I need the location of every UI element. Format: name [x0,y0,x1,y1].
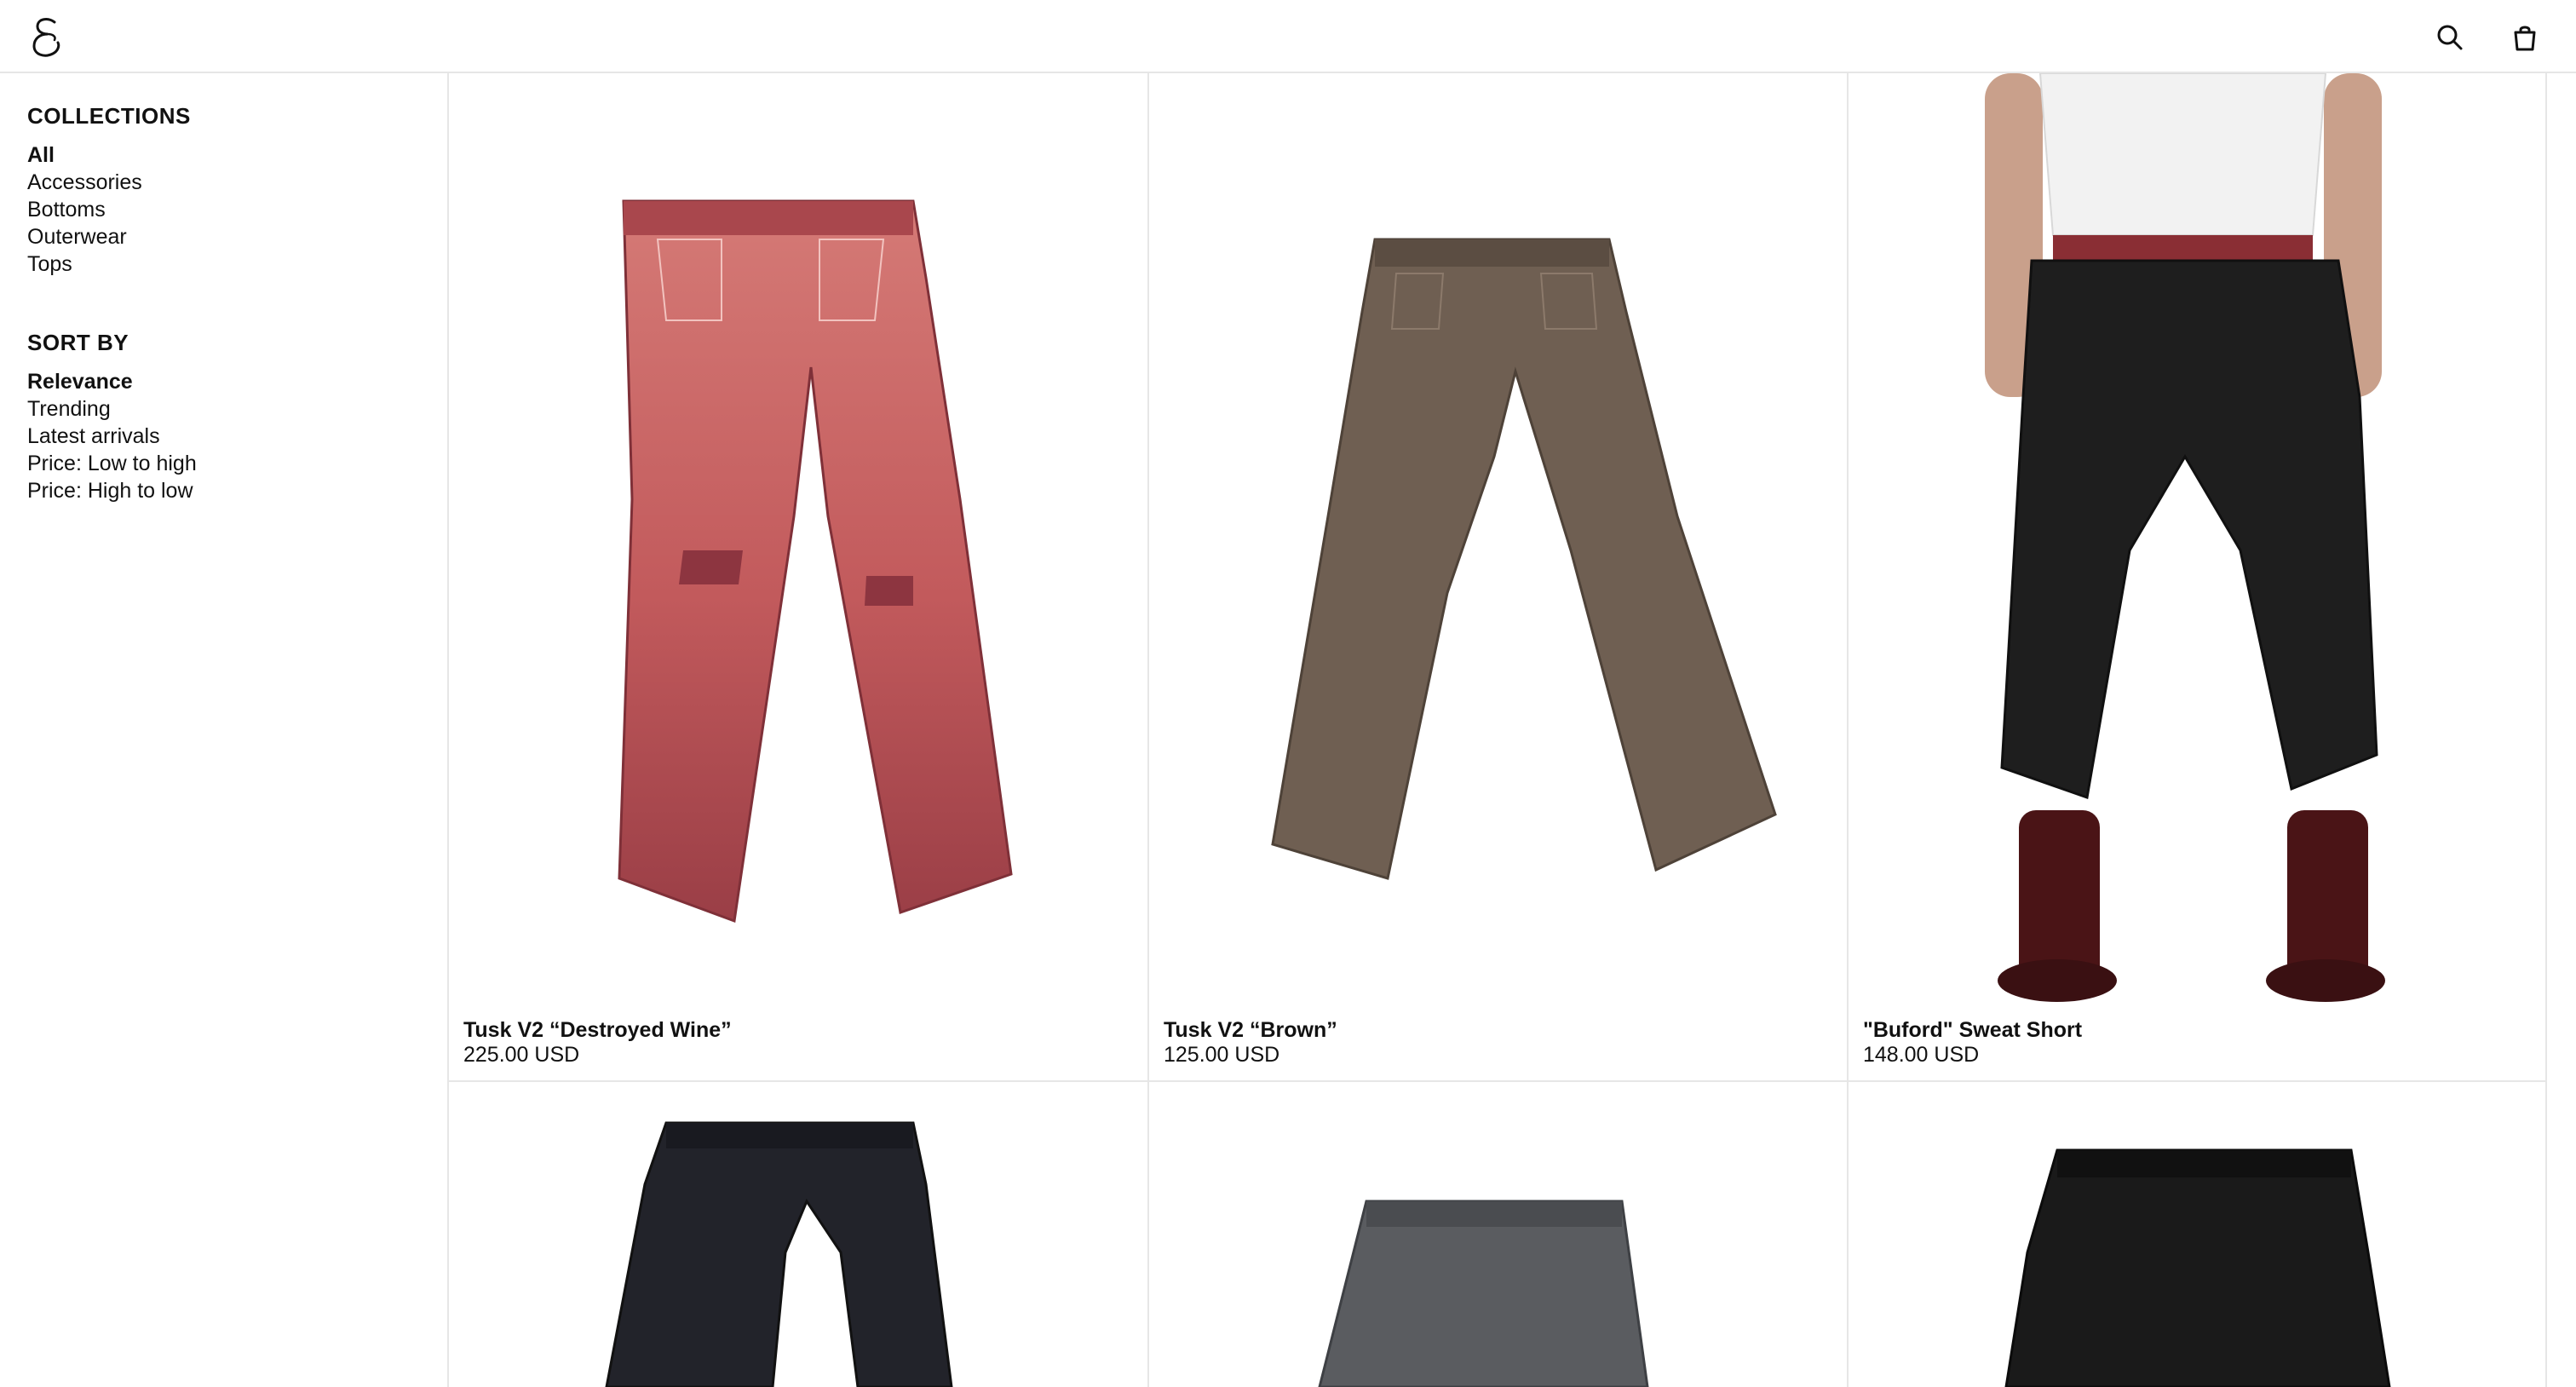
product-title[interactable]: "Buford" Sweat Short [1863,1017,2082,1043]
collections-heading: COLLECTIONS [27,103,191,129]
product-card[interactable]: "Buford" Sweat Short 148.00 USD [1849,73,2547,1080]
collection-all[interactable]: All [27,141,419,169]
product-card[interactable]: Tusk V2 “Brown” 125.00 USD [1149,73,1848,1080]
product-image-pants-brown [1271,238,1777,880]
product-image-shorts-grey [1318,1200,1649,1387]
script-e-logo-icon[interactable] [29,15,66,60]
sort-list: Relevance Trending Latest arrivals Price… [27,368,419,504]
sort-trending[interactable]: Trending [27,395,419,423]
collections-list: All Accessories Bottoms Outerwear Tops [27,141,419,278]
product-image-model-sweat-short [1985,73,2385,1002]
product-image-pants-wine [618,199,1013,924]
product-card[interactable] [1849,1082,2547,1387]
product-image-pants-black [2004,1148,2391,1387]
sort-latest-arrivals[interactable]: Latest arrivals [27,423,419,450]
collection-bottoms[interactable]: Bottoms [27,196,419,223]
sort-price-high-low[interactable]: Price: High to low [27,477,419,504]
product-title[interactable]: Tusk V2 “Destroyed Wine” [463,1017,732,1043]
sort-price-low-high[interactable]: Price: Low to high [27,450,419,477]
product-card[interactable]: Tusk V2 “Destroyed Wine” 225.00 USD [449,73,1147,1080]
collection-accessories[interactable]: Accessories [27,169,419,196]
shopping-bag-icon[interactable] [2510,22,2540,53]
product-card[interactable] [1149,1082,1848,1387]
product-title[interactable]: Tusk V2 “Brown” [1164,1017,1337,1043]
product-price: 225.00 USD [463,1043,580,1067]
product-grid: Tusk V2 “Destroyed Wine” 225.00 USD Tusk… [447,73,2547,1387]
product-price: 125.00 USD [1164,1043,1280,1067]
product-image-pants-navy [605,1121,953,1387]
filter-sidebar: COLLECTIONS All Accessories Bottoms Oute… [27,102,419,504]
search-icon[interactable] [2435,22,2465,53]
collection-tops[interactable]: Tops [27,250,419,278]
product-card[interactable] [449,1082,1147,1387]
collection-outerwear[interactable]: Outerwear [27,223,419,250]
product-price: 148.00 USD [1863,1043,1980,1067]
sort-relevance[interactable]: Relevance [27,368,419,395]
site-header [0,0,2576,73]
sort-heading: SORT BY [27,330,129,355]
